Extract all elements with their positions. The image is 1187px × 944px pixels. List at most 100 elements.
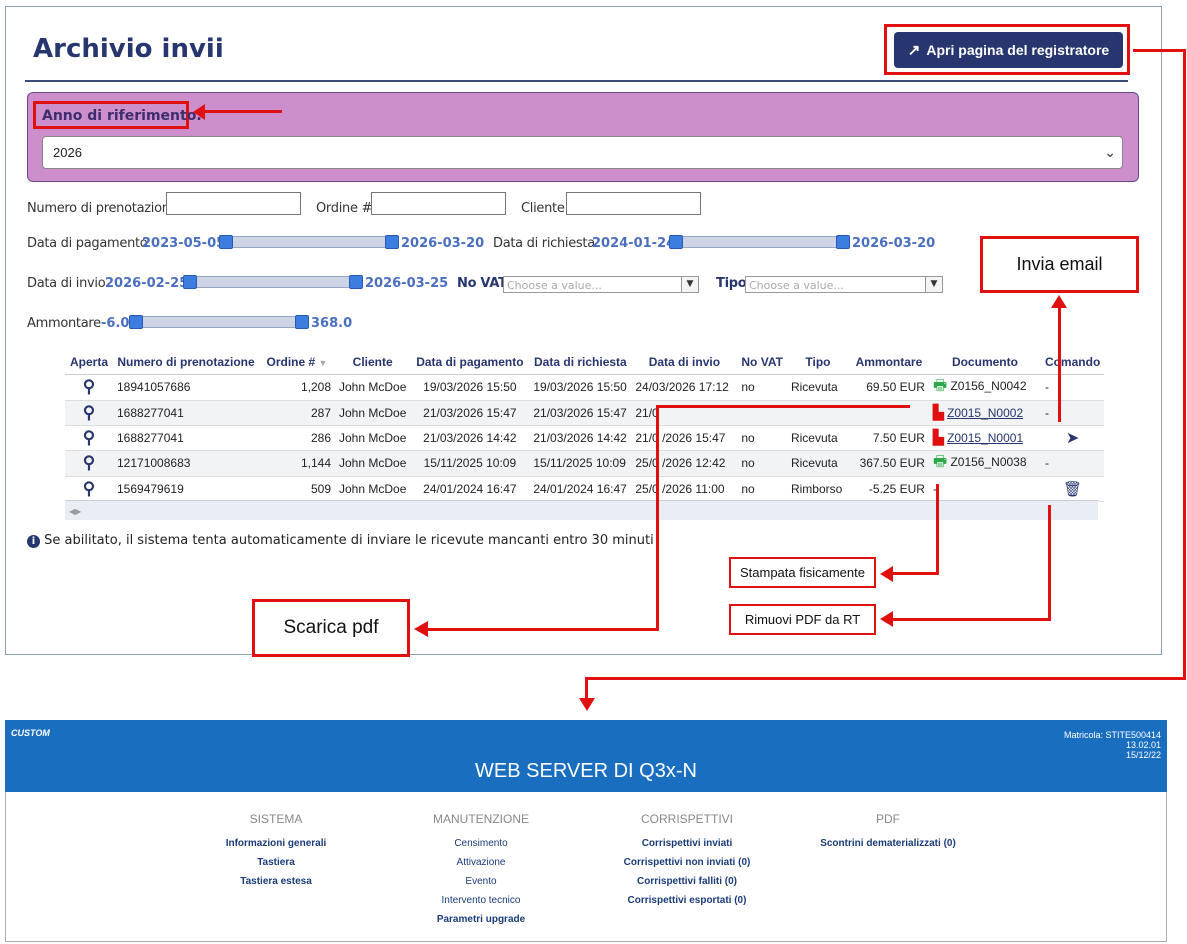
document-name: Z0156_N0042 xyxy=(950,378,1027,393)
cell-novat: no xyxy=(737,425,787,451)
callout-printed: Stampata fisicamente xyxy=(729,557,876,588)
document-link[interactable]: Z0015_N0001 xyxy=(947,431,1023,445)
novat-select[interactable]: Choose a value... ▼ xyxy=(503,276,699,293)
col-document[interactable]: Documento xyxy=(928,351,1041,375)
request-max-handle[interactable] xyxy=(836,235,850,249)
scroll-arrows-icon[interactable]: ◀▶ xyxy=(69,507,81,516)
amount-label: Ammontare xyxy=(27,316,101,331)
cell-sent: 21/0 xyxy=(631,400,738,426)
novat-placeholder: Choose a value... xyxy=(507,279,602,292)
section-corrispettivi: CORRISPETTIVI Corrispettivi inviati Corr… xyxy=(587,812,787,906)
amount-min: -6.0 xyxy=(101,316,130,331)
magnifier-icon[interactable]: ⚲ xyxy=(83,403,95,422)
cell-paid: 15/11/2025 10:09 xyxy=(410,450,530,477)
menu-link[interactable]: Informazioni generali xyxy=(176,838,376,849)
novat-label: No VAT xyxy=(457,276,507,291)
payment-max-handle[interactable] xyxy=(385,235,399,249)
magnifier-icon[interactable]: ⚲ xyxy=(83,428,95,447)
col-order[interactable]: Ordine # ▼ xyxy=(259,351,335,375)
menu-link[interactable]: Scontrini dematerializzati (0) xyxy=(788,838,988,849)
request-min-handle[interactable] xyxy=(669,235,683,249)
send-email-icon[interactable]: ➤ xyxy=(1066,430,1079,447)
cell-requested: 21/03/2026 15:47 xyxy=(529,400,632,426)
col-paid[interactable]: Data di pagamento xyxy=(410,351,530,375)
request-date-slider[interactable] xyxy=(676,236,846,248)
cell-customer: John McDoe xyxy=(335,400,411,426)
cell-booking: 18941057686 xyxy=(113,374,259,401)
col-aperta[interactable]: Aperta xyxy=(65,351,113,375)
send-date-slider[interactable] xyxy=(190,276,360,288)
cell-booking: 1688277041 xyxy=(113,425,259,451)
cell-type: Ricevuta xyxy=(786,425,849,451)
order-filter-label: Ordine # xyxy=(316,201,373,216)
menu-link[interactable]: Tastiera estesa xyxy=(176,876,376,887)
col-order-label: Ordine # xyxy=(266,355,316,370)
menu-link[interactable]: Corrispettivi falliti (0) xyxy=(587,876,787,887)
cell-requested: 19/03/2026 15:50 xyxy=(529,374,632,401)
menu-link[interactable]: Parametri upgrade xyxy=(381,914,581,925)
col-customer[interactable]: Cliente xyxy=(335,351,411,375)
serial-number: Matricola: STITE500414 xyxy=(1063,730,1161,740)
cell-customer: John McDoe xyxy=(335,374,411,401)
info-note: i Se abilitato, il sistema tenta automat… xyxy=(27,533,654,548)
trash-icon[interactable]: 🗑 xyxy=(1063,481,1082,498)
amount-min-handle[interactable] xyxy=(129,315,143,329)
menu-link[interactable]: Intervento tecnico xyxy=(381,895,581,906)
col-command[interactable]: Comando xyxy=(1040,351,1105,375)
webserver-menu: SISTEMA Informazioni generali Tastiera T… xyxy=(5,792,1167,942)
menu-link[interactable]: Corrispettivi esportati (0) xyxy=(587,895,787,906)
cell-amount: 69.50 EUR xyxy=(848,374,929,401)
magnifier-icon[interactable]: ⚲ xyxy=(83,377,95,396)
magnifier-icon[interactable]: ⚲ xyxy=(83,453,95,472)
open-register-page-button[interactable]: ↗ Apri pagina del registratore xyxy=(894,32,1123,68)
send-date-max: 2026-03-25 xyxy=(365,276,449,291)
payment-date-max: 2026-03-20 xyxy=(401,236,485,251)
cell-requested: 24/01/2024 16:47 xyxy=(529,476,632,502)
cell-amount: 7.50 EUR xyxy=(848,425,929,451)
payment-date-label: Data di pagamento xyxy=(27,236,148,251)
customer-filter-input[interactable] xyxy=(566,192,701,215)
cell-order: 286 xyxy=(259,425,335,451)
send-min-handle[interactable] xyxy=(183,275,197,289)
horizontal-scrollbar[interactable]: ◀▶ xyxy=(65,500,1098,520)
tipo-select[interactable]: Choose a value... ▼ xyxy=(745,276,943,293)
col-booking[interactable]: Numero di prenotazione xyxy=(113,351,259,375)
menu-link[interactable]: Evento xyxy=(381,876,581,887)
cell-booking: 1569479619 xyxy=(113,476,259,502)
section-title: MANUTENZIONE xyxy=(433,812,529,826)
table-row: ⚲ 1569479619 509 John McDoe 24/01/2024 1… xyxy=(65,476,1105,502)
cell-sent: 24/03/2026 17:12 xyxy=(631,374,738,401)
menu-link[interactable]: Tastiera xyxy=(176,857,376,868)
pdf-icon: ▙ xyxy=(932,429,944,445)
col-sent[interactable]: Data di invio xyxy=(631,351,738,375)
arrow-down-icon xyxy=(579,698,595,711)
menu-link[interactable]: Corrispettivi inviati xyxy=(587,838,787,849)
cell-paid: 24/01/2024 16:47 xyxy=(410,476,530,502)
menu-link[interactable]: Attivazione xyxy=(381,857,581,868)
arrow-left-icon xyxy=(880,611,893,627)
webserver-title: WEB SERVER DI Q3x-N xyxy=(475,760,697,782)
magnifier-icon[interactable]: ⚲ xyxy=(83,479,95,498)
payment-date-slider[interactable] xyxy=(226,236,396,248)
cell-paid: 21/03/2026 15:47 xyxy=(410,400,530,426)
amount-max-handle[interactable] xyxy=(295,315,309,329)
arrow-left-icon xyxy=(414,621,428,637)
menu-link[interactable]: Censimento xyxy=(381,838,581,849)
booking-filter-input[interactable] xyxy=(166,192,301,215)
cell-sent: 21/0 /2026 15:47 xyxy=(631,425,738,451)
col-amount[interactable]: Ammontare xyxy=(848,351,929,375)
document-link[interactable]: Z0015_N0002 xyxy=(947,406,1023,420)
payment-min-handle[interactable] xyxy=(219,235,233,249)
amount-slider[interactable] xyxy=(135,316,305,328)
col-type[interactable]: Tipo xyxy=(786,351,849,375)
webserver-banner: CUSTOM WEB SERVER DI Q3x-N Matricola: ST… xyxy=(5,720,1167,792)
col-requested[interactable]: Data di richiesta xyxy=(529,351,632,375)
order-filter-input[interactable] xyxy=(371,192,506,215)
send-max-handle[interactable] xyxy=(349,275,363,289)
callout-download-pdf: Scarica pdf xyxy=(252,599,410,657)
dropdown-arrow-icon: ▼ xyxy=(681,277,698,292)
col-novat[interactable]: No VAT xyxy=(737,351,787,375)
year-select[interactable]: 2026 ⌄ xyxy=(42,136,1123,169)
menu-link[interactable]: Corrispettivi non inviati (0) xyxy=(587,857,787,868)
cell-novat xyxy=(737,400,787,426)
